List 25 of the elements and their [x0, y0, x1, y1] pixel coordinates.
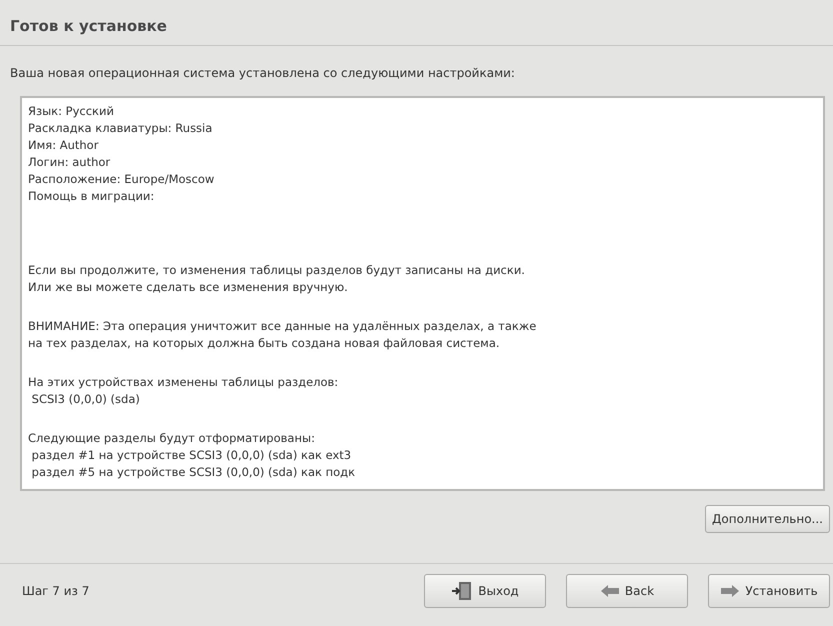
- page-title: Готов к установке: [10, 17, 168, 35]
- summary-line: Следующие разделы будут отформатированы:: [28, 430, 316, 447]
- summary-line: раздел #5 на устройстве SCSI3 (0,0,0) (sda) как подк: [30, 464, 356, 481]
- summary-line: Имя: Author: [28, 137, 100, 154]
- summary-line: На этих устройствах изменены таблицы разделов:: [28, 374, 340, 391]
- summary-line: Язык: Русский: [28, 103, 115, 120]
- summary-line: на тех разделах, на которых должна быть создана новая файловая система.: [28, 335, 501, 352]
- summary-line: SCSI3 (0,0,0) (sda): [30, 391, 141, 408]
- summary-line: Помощь в миграции:: [28, 188, 156, 205]
- summary-line: Раскладка клавиатуры: Russia: [28, 120, 214, 137]
- left-arrow-icon: [600, 584, 620, 598]
- summary-line: раздел #1 на устройстве SCSI3 (0,0,0) (sda) как ext3: [30, 447, 352, 464]
- summary-line: Если вы продолжите, то изменения таблицы разделов будут записаны на диски.: [28, 262, 526, 279]
- advanced-button[interactable]: Дополнительно...: [705, 505, 830, 533]
- install-button[interactable]: Установить: [708, 574, 830, 608]
- step-indicator: Шаг 7 из 7: [22, 584, 90, 598]
- summary-line: Или же вы можете сделать все изменения вручную.: [28, 279, 349, 296]
- summary-intro: Ваша новая операционная система установлена со следующими настройками:: [10, 66, 516, 80]
- back-button[interactable]: Back: [566, 574, 688, 608]
- door-icon: [451, 581, 474, 601]
- right-arrow-icon: [720, 584, 740, 598]
- summary-line: Логин: author: [28, 154, 112, 171]
- summary-line: Расположение: Europe/Moscow: [28, 171, 216, 188]
- quit-button[interactable]: Выход: [424, 574, 546, 608]
- summary-line: ВНИМАНИЕ: Эта операция уничтожит все данные на удалённых разделах, а также: [28, 318, 538, 335]
